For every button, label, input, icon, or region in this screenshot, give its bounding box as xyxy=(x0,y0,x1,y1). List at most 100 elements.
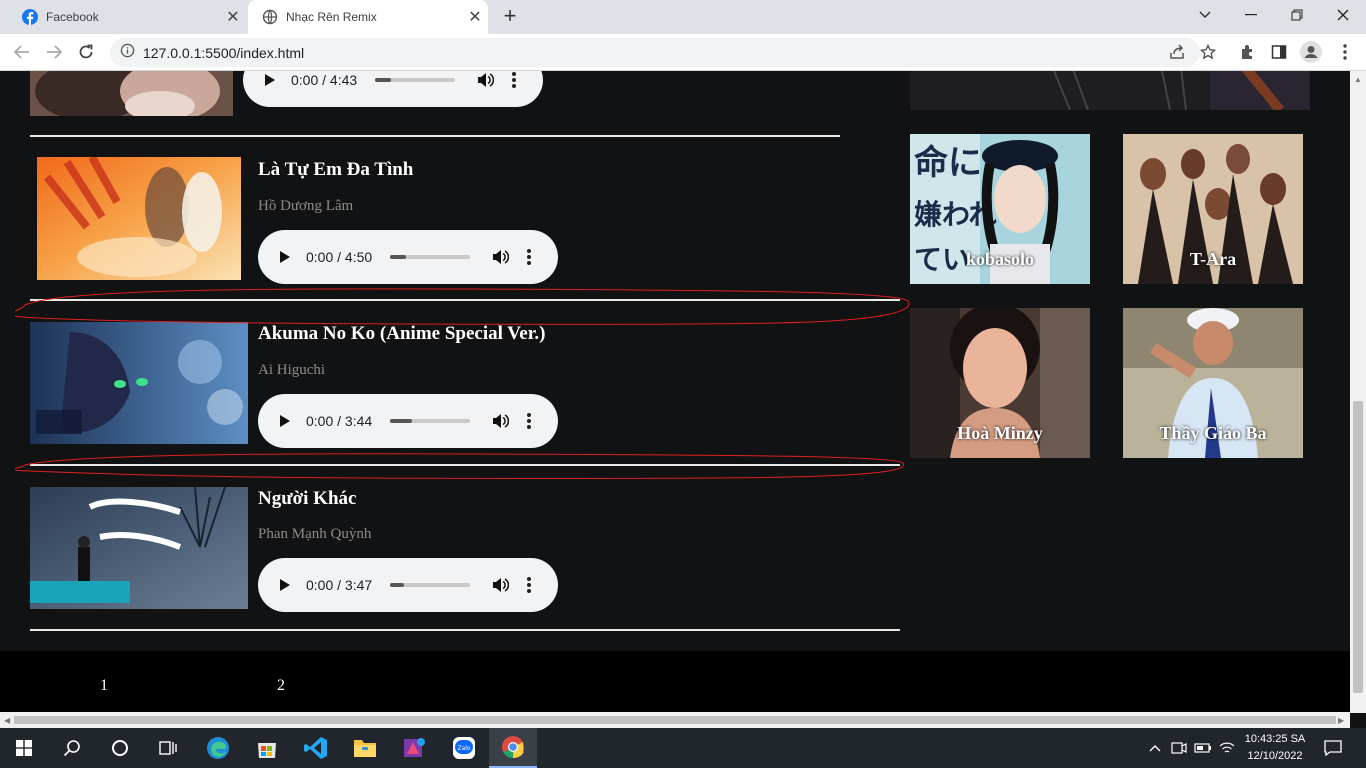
facebook-icon xyxy=(22,9,38,25)
new-tab-button[interactable]: + xyxy=(498,5,522,28)
tab-nhac-ren-remix[interactable]: Nhạc Rên Remix ✕ xyxy=(248,0,488,34)
bookmark-star-icon[interactable] xyxy=(1197,41,1219,63)
address-bar[interactable]: 127.0.0.1:5500/index.html xyxy=(110,38,1200,67)
zalo-icon[interactable]: Zalo xyxy=(440,728,488,768)
paint-3d-icon[interactable] xyxy=(390,728,438,768)
chrome-icon[interactable] xyxy=(489,728,537,768)
wifi-icon[interactable] xyxy=(1218,739,1236,757)
song-artist: Phan Mạnh Quỳnh xyxy=(258,526,372,542)
pagination-page-1[interactable]: 1 xyxy=(100,677,108,695)
close-window-button[interactable] xyxy=(1320,0,1366,30)
restore-button[interactable] xyxy=(1274,0,1320,30)
volume-icon[interactable] xyxy=(492,248,510,266)
audio-seek-bar[interactable] xyxy=(375,78,455,82)
more-options-icon[interactable] xyxy=(509,71,519,89)
seek-progress xyxy=(390,419,413,423)
song-cover-image xyxy=(30,487,248,609)
seek-progress xyxy=(375,78,391,82)
back-button[interactable] xyxy=(10,40,34,64)
play-icon[interactable] xyxy=(278,250,292,264)
horizontal-scroll-thumb[interactable] xyxy=(14,716,1336,724)
edge-browser-icon[interactable] xyxy=(194,728,242,768)
audio-player[interactable]: 0:00 / 3:47 xyxy=(258,558,558,612)
clock-date: 12/10/2022 xyxy=(1247,750,1303,762)
meet-now-icon[interactable] xyxy=(1170,739,1188,757)
song-cover-image xyxy=(30,157,241,280)
profile-avatar-icon[interactable] xyxy=(1300,41,1322,63)
artist-card[interactable]: Hoà Minzy xyxy=(910,308,1090,458)
microsoft-store-icon[interactable] xyxy=(243,728,291,768)
tab-title: Facebook xyxy=(46,10,99,24)
vertical-scrollbar[interactable]: ▲ xyxy=(1350,71,1366,713)
show-hidden-icons-chevron-icon[interactable] xyxy=(1146,739,1164,757)
extensions-icon[interactable] xyxy=(1236,41,1258,63)
page-footer: 1 2 xyxy=(0,651,1350,713)
file-explorer-icon[interactable] xyxy=(341,728,389,768)
song-artist: Ai Higuchi xyxy=(258,362,326,378)
forward-button[interactable] xyxy=(42,40,66,64)
audio-seek-bar[interactable] xyxy=(390,255,470,259)
cortana-icon[interactable] xyxy=(96,728,144,768)
browser-menu-icon[interactable] xyxy=(1334,41,1356,63)
globe-icon xyxy=(262,9,278,25)
pagination-page-2[interactable]: 2 xyxy=(277,677,285,695)
task-view-icon[interactable] xyxy=(144,728,192,768)
audio-player[interactable]: 0:00 / 4:43 xyxy=(243,71,543,107)
play-icon[interactable] xyxy=(263,73,277,87)
page-viewport: 0:00 / 4:43 Là Tự Em Đa Tình Hồ Dương Lâ… xyxy=(0,71,1350,713)
close-tab-icon[interactable]: ✕ xyxy=(220,7,246,27)
artist-name: kobasolo xyxy=(965,249,1035,269)
more-options-icon[interactable] xyxy=(524,576,534,594)
windows-start-icon[interactable] xyxy=(0,728,48,768)
audio-player[interactable]: 0:00 / 3:44 xyxy=(258,394,558,448)
audio-seek-bar[interactable] xyxy=(390,583,470,587)
horizontal-scrollbar[interactable]: ◀ ▶ xyxy=(0,712,1350,728)
close-tab-icon[interactable]: ✕ xyxy=(462,7,488,27)
minimize-button[interactable] xyxy=(1228,0,1274,30)
audio-seek-bar[interactable] xyxy=(390,419,470,423)
volume-icon[interactable] xyxy=(492,412,510,430)
side-panel-icon[interactable] xyxy=(1268,41,1290,63)
red-annotation-ellipse xyxy=(15,288,910,325)
scroll-left-icon[interactable]: ◀ xyxy=(4,716,10,725)
battery-icon[interactable] xyxy=(1194,739,1212,757)
share-icon[interactable] xyxy=(1166,41,1188,63)
system-clock[interactable]: 10:43:25 SA 12/10/2022 xyxy=(1238,731,1312,765)
artist-card[interactable]: T-Ara xyxy=(1123,134,1303,284)
reload-button[interactable] xyxy=(74,40,98,64)
scroll-right-icon[interactable]: ▶ xyxy=(1338,716,1344,725)
audio-time: 0:00 / 4:50 xyxy=(306,249,373,265)
tab-search-chevron-icon[interactable] xyxy=(1182,0,1228,30)
windows-taskbar: Zalo 10:43:25 SA 12/10/2022 xyxy=(0,728,1366,768)
volume-icon[interactable] xyxy=(477,71,495,89)
vscode-icon[interactable] xyxy=(292,728,340,768)
artist-name: Thầy Giáo Ba xyxy=(1159,423,1267,443)
play-icon[interactable] xyxy=(278,414,292,428)
clock-time: 10:43:25 SA xyxy=(1244,733,1306,745)
artist-card[interactable]: Thầy Giáo Ba xyxy=(1123,308,1303,458)
site-info-icon[interactable] xyxy=(120,43,135,63)
artist-name: Hoà Minzy xyxy=(957,423,1043,443)
tab-facebook[interactable]: Facebook ✕ xyxy=(8,0,246,34)
audio-time: 0:00 / 4:43 xyxy=(291,72,358,88)
svg-text:Zalo: Zalo xyxy=(457,745,470,752)
song-divider xyxy=(30,135,840,137)
volume-icon[interactable] xyxy=(492,576,510,594)
browser-toolbar: 127.0.0.1:5500/index.html xyxy=(0,34,1366,71)
more-options-icon[interactable] xyxy=(524,248,534,266)
vertical-scroll-thumb[interactable] xyxy=(1353,401,1363,693)
song-divider xyxy=(30,629,900,631)
notifications-icon[interactable] xyxy=(1324,739,1342,757)
search-icon[interactable] xyxy=(48,728,96,768)
audio-time: 0:00 / 3:44 xyxy=(306,413,373,429)
audio-time: 0:00 / 3:47 xyxy=(306,577,373,593)
url-text: 127.0.0.1:5500/index.html xyxy=(143,44,305,61)
more-options-icon[interactable] xyxy=(524,412,534,430)
red-annotation-ellipse xyxy=(15,453,905,480)
song-artist: Hồ Dương Lâm xyxy=(258,198,354,214)
artist-card[interactable]: 命に 嫌われ てい kobasolo xyxy=(910,134,1090,284)
scroll-up-icon[interactable]: ▲ xyxy=(1354,75,1362,84)
song-cover-image xyxy=(30,71,233,116)
play-icon[interactable] xyxy=(278,578,292,592)
audio-player[interactable]: 0:00 / 4:50 xyxy=(258,230,558,284)
